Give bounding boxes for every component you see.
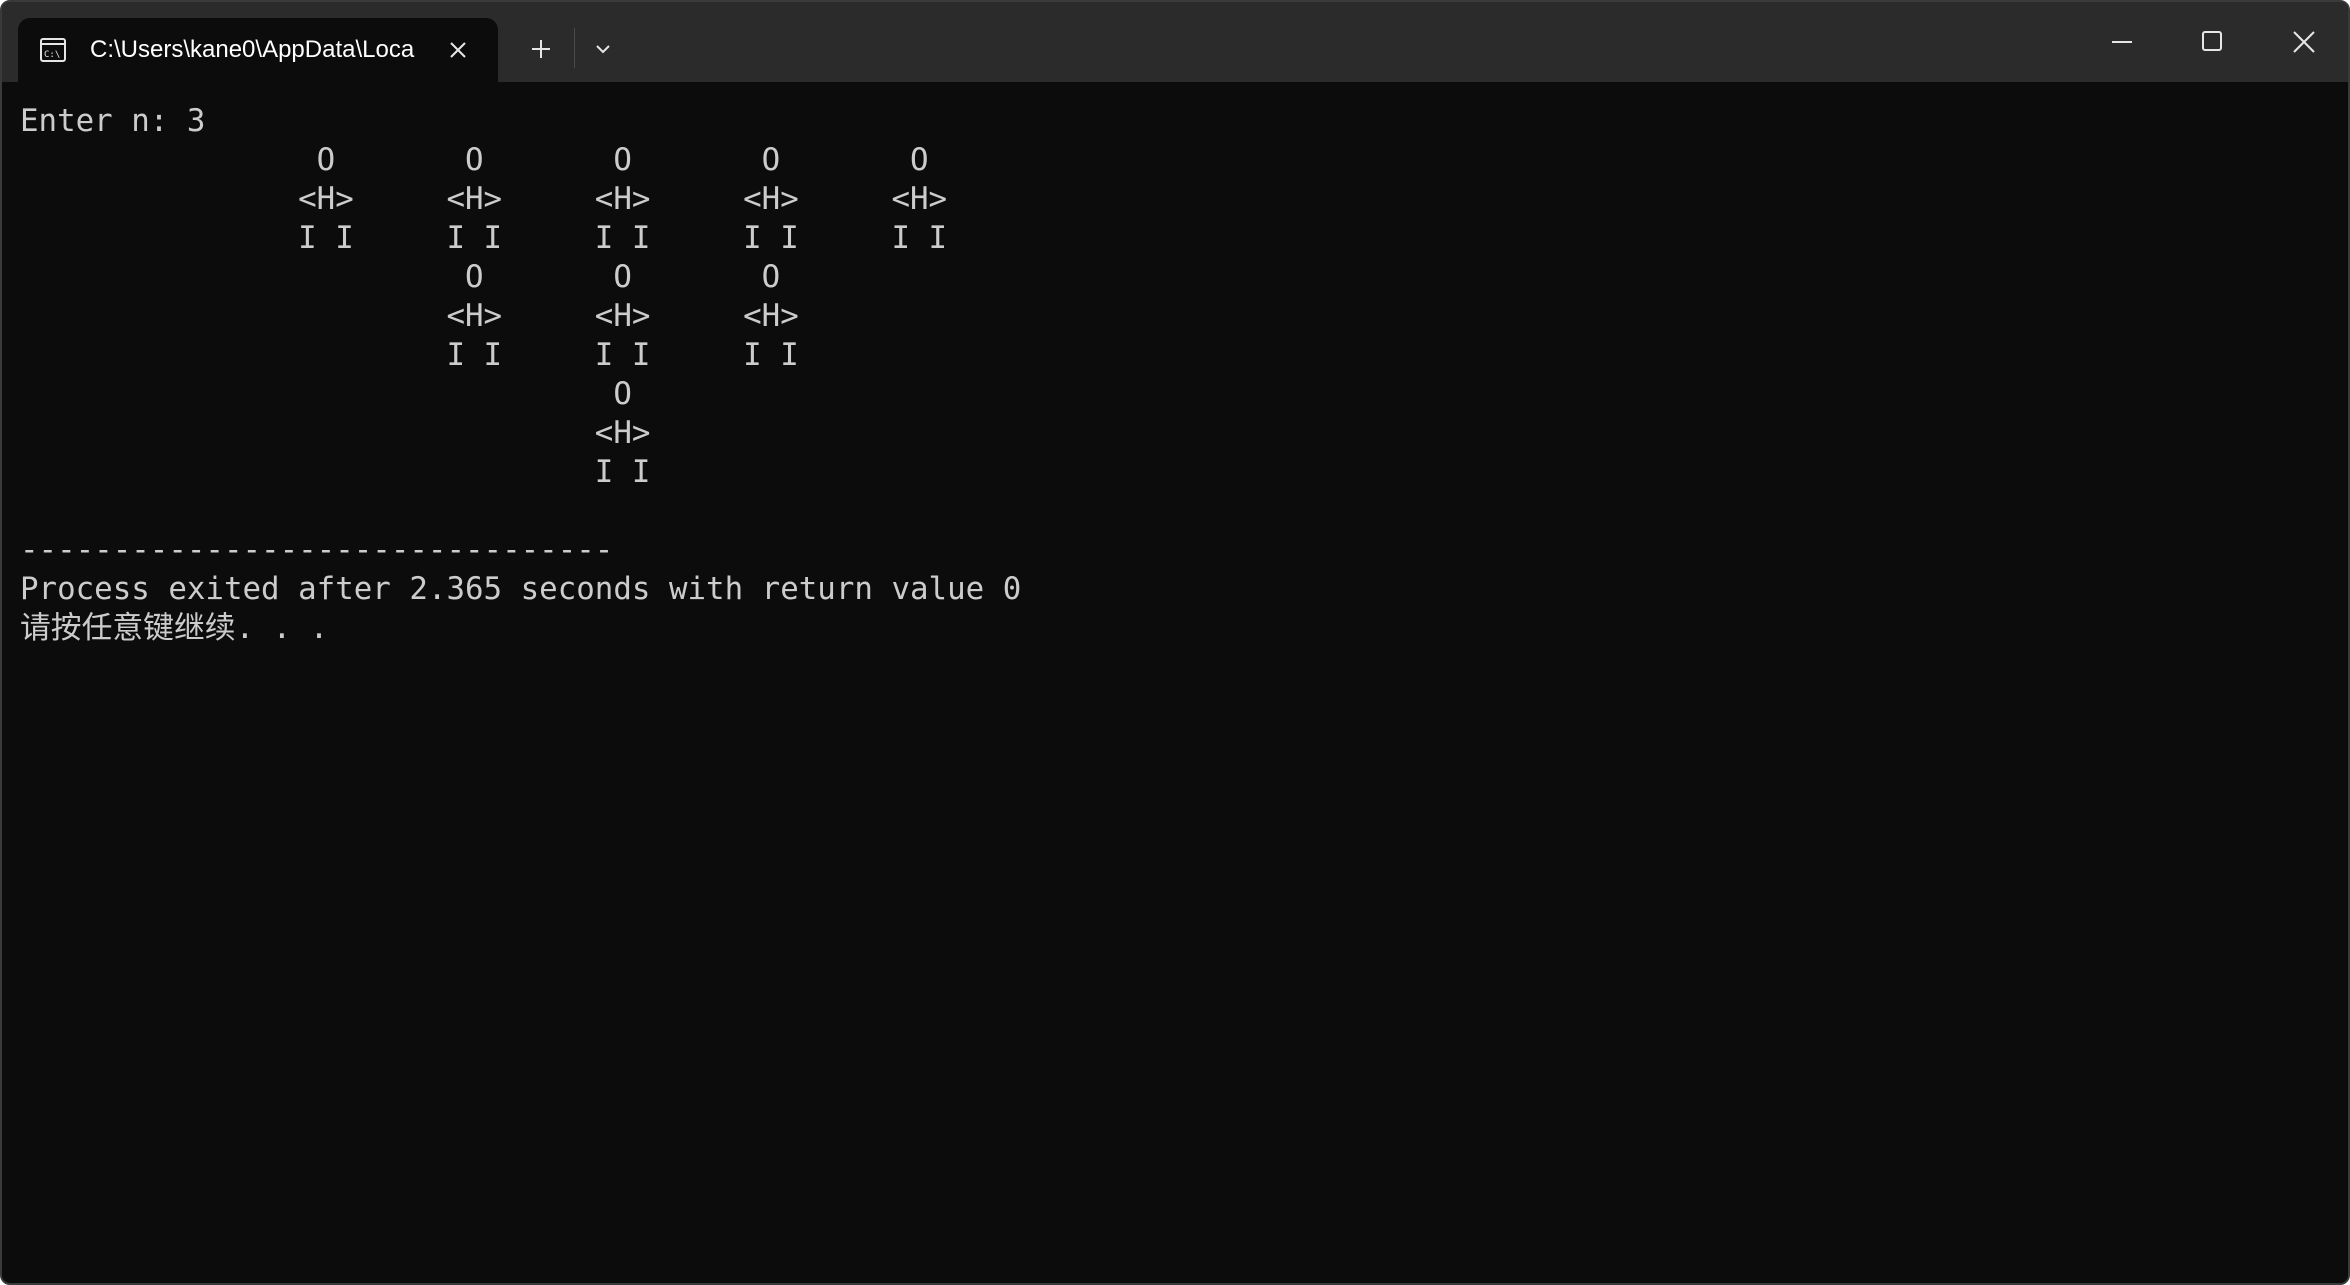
console-line: O O O O O [20,142,929,178]
console-separator-line: -------------------------------- [20,532,614,568]
process-exit-message: Process exited after 2.365 seconds with … [20,571,1022,607]
console-line: I I I I I I I I I I [20,220,948,256]
console-line-blank [20,492,1021,531]
new-tab-button[interactable] [520,28,562,70]
console-icon: C:\ [40,37,66,63]
tab-separator [574,28,575,68]
svg-text:C:\: C:\ [44,50,60,60]
console-line: O [20,376,632,412]
tab-dropdown-button[interactable] [582,28,624,70]
console-line: <H> [20,415,651,451]
terminal-window: C:\ C:\Users\kane0\AppData\Loca Enter n:… [0,0,2350,1285]
console-line: I I I I I I [20,337,799,373]
maximize-button[interactable] [2182,14,2242,70]
title-bar: C:\ C:\Users\kane0\AppData\Loca [2,2,2348,82]
console-line: <H> <H> <H> [20,298,799,334]
close-window-button[interactable] [2274,14,2334,70]
minimize-button[interactable] [2092,14,2152,70]
console-text: Enter n: 3 O O O O O <H> <H> <H> <H> <H>… [20,102,1021,648]
tab-close-button[interactable] [444,36,472,64]
console-line-prompt: Enter n: 3 [20,103,206,139]
console-line: <H> <H> <H> <H> <H> [20,181,948,217]
console-line: I I [20,454,651,490]
tab-title: C:\Users\kane0\AppData\Loca [90,36,415,63]
tab-console[interactable]: C:\ C:\Users\kane0\AppData\Loca [18,18,498,82]
console-line: O O O [20,259,781,295]
console-output-area[interactable]: Enter n: 3 O O O O O <H> <H> <H> <H> <H>… [2,82,2348,1283]
press-any-key-prompt: 请按任意键继续. . . [20,610,329,646]
